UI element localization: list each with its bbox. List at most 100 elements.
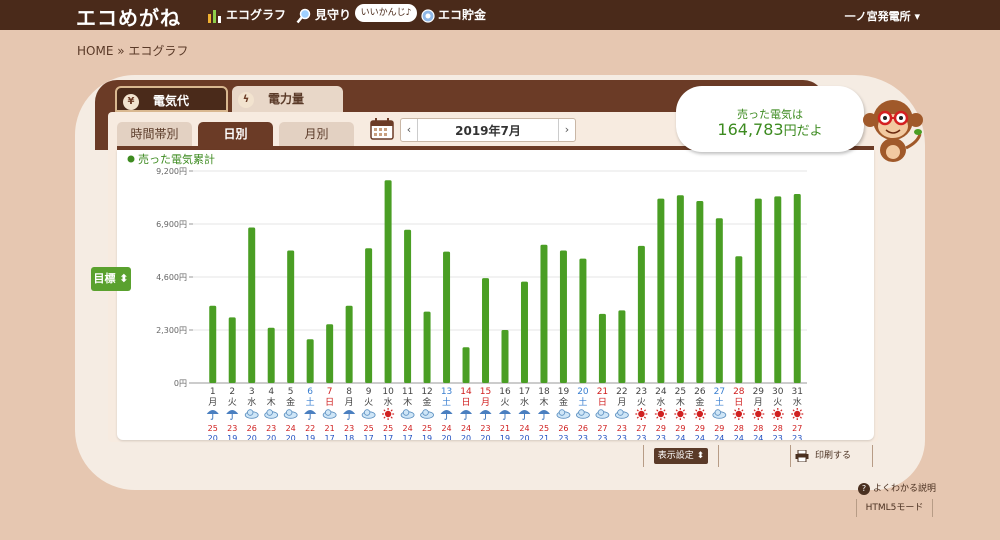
x-tick-weekday: 日 — [734, 397, 743, 408]
cloud-puff — [714, 409, 722, 416]
x-tick-day: 6 — [307, 387, 313, 397]
next-month-button[interactable]: › — [558, 119, 575, 141]
umbrella-icon — [479, 410, 492, 414]
x-tick-weekday: 金 — [559, 396, 568, 408]
x-tick-day: 24 — [655, 387, 667, 397]
print-button[interactable]: 印刷する — [795, 448, 870, 464]
sun-ray — [383, 409, 386, 412]
bar — [248, 227, 256, 383]
umbrella-icon — [537, 410, 550, 414]
x-tick-day: 17 — [519, 387, 530, 397]
y-tick-label: 2,300円 — [156, 326, 187, 335]
sun-ray — [734, 409, 737, 412]
x-tick-day: 1 — [210, 387, 216, 397]
x-tick-day: 8 — [346, 387, 352, 397]
breadcrumb[interactable]: HOME » エコグラフ — [77, 42, 188, 59]
sun-ray — [682, 409, 686, 412]
display-settings-button[interactable]: 表示設定 ⬍ — [654, 448, 708, 464]
chart-card: 売った電気累計 0円 2,300円 4,600円 6,900円 9,200円 1 月 25 20 2… — [117, 150, 874, 440]
tab-daily[interactable]: 日別 — [198, 122, 273, 146]
low-temp-label: 19 — [422, 434, 432, 440]
tab-power-amount[interactable]: ϟ 電力量 — [232, 86, 343, 112]
sun-ray — [799, 409, 802, 412]
low-temp-label: 20 — [266, 434, 276, 440]
sun-icon — [794, 410, 801, 418]
x-tick-weekday: 月 — [208, 397, 217, 408]
calendar-icon[interactable] — [370, 118, 394, 140]
sun-icon — [677, 410, 684, 418]
high-temp-label: 23 — [480, 424, 490, 433]
bar — [306, 339, 314, 383]
low-temp-label: 18 — [344, 434, 354, 440]
nav-eco-savings[interactable]: エコ貯金 — [421, 6, 486, 23]
high-temp-label: 27 — [636, 424, 646, 433]
sun-ray — [663, 416, 666, 419]
monkey-mascot-icon — [863, 100, 923, 162]
bar — [657, 198, 665, 383]
low-temp-label: 20 — [519, 434, 529, 440]
low-temp-label: 20 — [480, 434, 490, 440]
x-tick-day: 27 — [714, 387, 725, 397]
divider — [790, 445, 791, 467]
bar — [326, 324, 334, 383]
umbrella-handle — [541, 414, 545, 420]
speech-line2: 164,783円だよ — [676, 120, 864, 139]
high-temp-label: 29 — [675, 424, 685, 433]
high-temp-label: 24 — [286, 424, 296, 433]
umbrella-handle — [307, 414, 311, 420]
bar — [462, 347, 470, 383]
x-tick-day: 14 — [460, 387, 472, 397]
umbrella-icon — [304, 410, 317, 414]
goal-toggle-button[interactable]: 目標 ⬍ — [91, 267, 131, 291]
x-tick-day: 12 — [421, 387, 432, 397]
low-temp-label: 23 — [558, 434, 568, 440]
tab-hourly[interactable]: 時間帯別 — [117, 122, 192, 146]
top-navbar: エコめがね エコグラフ 見守り いいかんじ♪ エコ貯金 一ノ宮発電所 ▾ — [0, 0, 1000, 30]
x-tick-weekday: 金 — [423, 396, 432, 408]
nav-mimamori[interactable]: 見守り — [296, 6, 351, 24]
app-logo[interactable]: エコめがね — [76, 2, 181, 31]
y-tick-label: 9,200円 — [156, 167, 187, 176]
divider — [718, 445, 719, 467]
coin-icon — [421, 8, 435, 23]
bar — [559, 250, 567, 383]
high-temp-label: 29 — [714, 424, 724, 433]
high-temp-label: 24 — [461, 424, 471, 433]
tab-monthly[interactable]: 月別 — [279, 122, 354, 146]
sun-ray — [643, 416, 647, 419]
prev-month-button[interactable]: ‹ — [401, 119, 418, 141]
umbrella-handle — [444, 414, 448, 420]
high-temp-label: 28 — [734, 424, 744, 433]
low-temp-label: 17 — [325, 434, 335, 440]
x-tick-weekday: 水 — [520, 396, 529, 408]
x-tick-day: 20 — [577, 387, 589, 397]
high-temp-label: 23 — [617, 424, 627, 433]
sun-ray — [656, 416, 659, 419]
high-temp-label: 24 — [519, 424, 529, 433]
low-temp-label: 17 — [402, 434, 412, 440]
tab-electricity-cost[interactable]: ¥ 電気代 — [115, 86, 228, 112]
cloud-puff — [422, 409, 429, 416]
html5-mode-button[interactable]: HTML5モード — [856, 499, 933, 517]
sun-ray — [390, 416, 393, 419]
caret-down-icon: ▾ — [914, 10, 920, 23]
bar — [404, 229, 412, 383]
help-link[interactable]: ? よくわかる説明 — [858, 481, 936, 495]
high-temp-label: 23 — [266, 424, 276, 433]
sun-ray — [799, 416, 802, 419]
plant-dropdown[interactable]: 一ノ宮発電所 ▾ — [845, 8, 920, 24]
sun-icon — [657, 410, 665, 418]
nav-ecograph[interactable]: エコグラフ — [207, 6, 286, 24]
umbrella-handle — [346, 414, 350, 420]
umbrella-handle — [502, 414, 506, 420]
umbrella-handle — [522, 414, 525, 420]
low-temp-label: 20 — [208, 434, 218, 440]
print-label: 印刷する — [815, 451, 852, 461]
sun-ray — [675, 409, 678, 412]
bar — [228, 317, 236, 383]
x-tick-weekday: 水 — [247, 396, 256, 408]
high-temp-label: 28 — [773, 424, 783, 433]
low-temp-label: 23 — [792, 434, 802, 440]
low-temp-label: 24 — [753, 434, 763, 440]
bar — [676, 195, 684, 383]
